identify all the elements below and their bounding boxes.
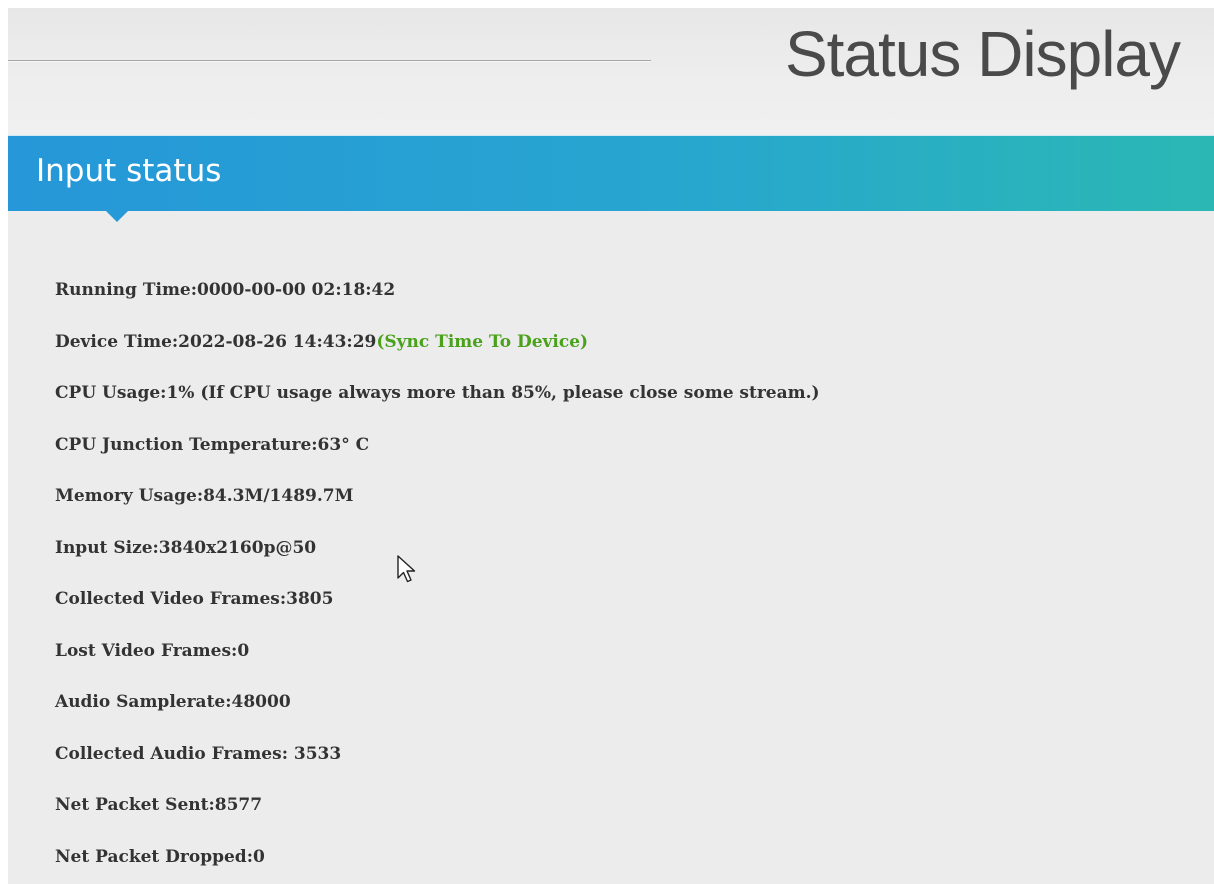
lost-video-frames-row: Lost Video Frames:0 (55, 640, 250, 661)
running-time-row: Running Time:0000-00-00 02:18:42 (55, 280, 396, 300)
net-packet-sent-row: Net Packet Sent:8577 (55, 795, 263, 815)
collected-video-frames-row: Collected Video Frames:3805 (55, 589, 334, 609)
memory-usage-row: Memory Usage:84.3M/1489.7M (55, 486, 354, 506)
cpu-temperature-row: CPU Junction Temperature:63° C (55, 434, 370, 455)
collected-audio-frames-row: Collected Audio Frames: 3533 (55, 743, 342, 764)
page: Status Display Input status Running Time… (0, 0, 1214, 884)
section-header: Input status (8, 135, 1214, 211)
section-pointer-arrow (105, 210, 129, 222)
input-size-row: Input Size:3840x2160p@50 (55, 537, 317, 558)
audio-samplerate-row: Audio Samplerate:48000 (55, 692, 291, 712)
status-panel: Status Display Input status Running Time… (8, 8, 1214, 884)
page-header: Status Display (8, 8, 1214, 135)
device-time-row: Device Time:2022-08-26 14:43:29(Sync Tim… (55, 332, 820, 384)
device-time-value: Device Time:2022-08-26 14:43:29 (55, 331, 377, 352)
mouse-pointer-icon (397, 555, 416, 583)
header-divider (8, 60, 651, 62)
cpu-usage-row: CPU Usage:1% (If CPU usage always more t… (55, 383, 820, 403)
section-title: Input status (36, 153, 222, 189)
status-list: Running Time:0000-00-00 02:18:42 Device … (55, 280, 820, 884)
net-packet-dropped-row: Net Packet Dropped:0 (55, 846, 265, 867)
sync-time-link[interactable]: (Sync Time To Device) (376, 332, 588, 352)
page-title: Status Display (784, 18, 1181, 90)
